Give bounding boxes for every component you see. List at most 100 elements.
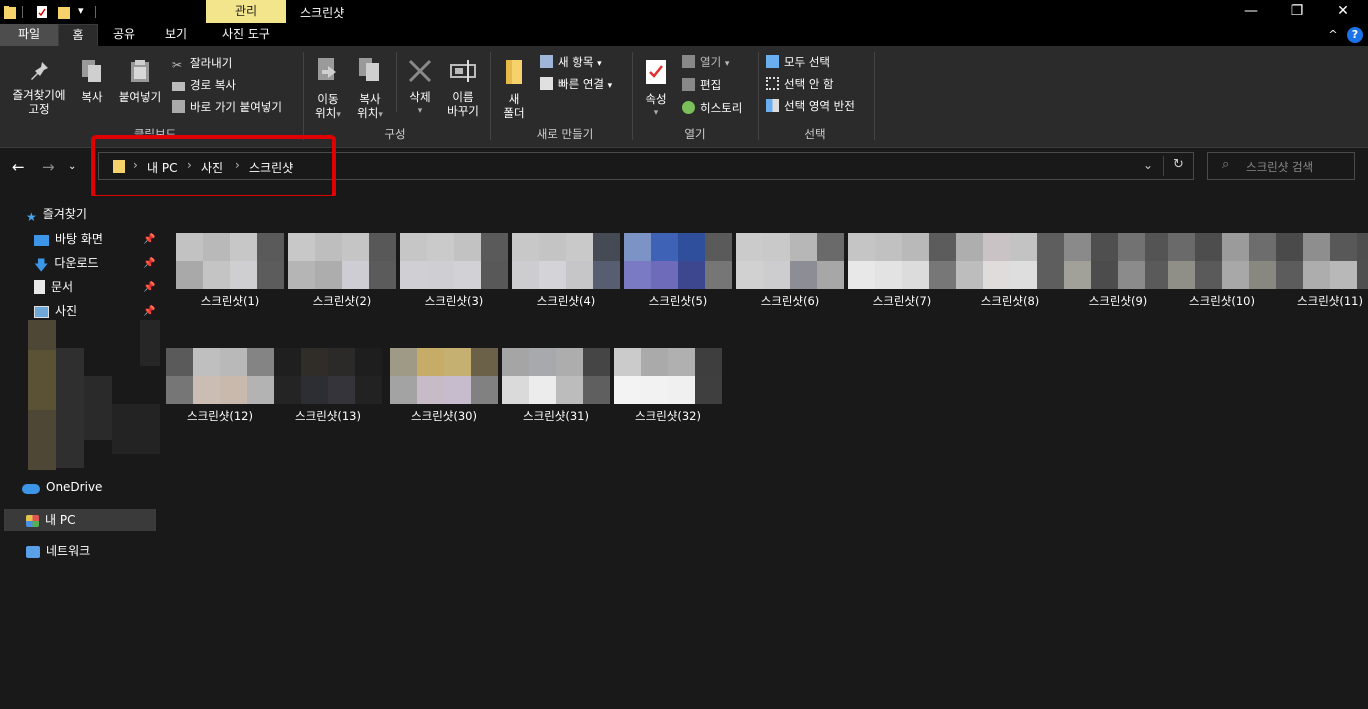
tab-share[interactable]: 공유 <box>102 24 146 46</box>
file-item[interactable]: 스크린샷(10) <box>1168 233 1276 309</box>
minimize-button[interactable]: — <box>1228 0 1274 24</box>
copy-path-icon <box>172 82 185 91</box>
file-thumbnail[interactable] <box>176 233 284 289</box>
easy-access-button[interactable]: 빠른 연결 ▾ <box>540 75 612 93</box>
properties-button[interactable]: 속성 ▾ <box>638 58 674 120</box>
edit-button[interactable]: 편집 <box>682 76 721 94</box>
file-item[interactable]: 스크린샷(31) <box>502 348 610 424</box>
file-item[interactable]: 스크린샷(30) <box>390 348 498 424</box>
file-item[interactable]: 스크린샷(8) <box>956 233 1064 309</box>
paste-shortcut-button[interactable]: 바로 가기 붙여넣기 <box>172 98 282 116</box>
move-to-button[interactable]: 이동 위치▾ <box>308 56 348 122</box>
address-dropdown-chevron-icon[interactable]: ⌄ <box>1143 158 1153 172</box>
file-item[interactable]: 스크린샷(9) <box>1064 233 1172 309</box>
forward-arrow-icon[interactable]: → <box>42 158 55 176</box>
file-item[interactable]: 스크린샷(1) <box>176 233 284 309</box>
file-item[interactable]: 스크린샷(4) <box>512 233 620 309</box>
open-button[interactable]: 열기 ▾ <box>682 53 729 71</box>
search-box[interactable]: ⌕ 스크린샷 검색 <box>1207 152 1355 180</box>
file-thumbnail[interactable] <box>1064 233 1172 289</box>
rename-button[interactable]: 이름 바꾸기 <box>442 58 484 118</box>
file-thumbnail[interactable] <box>848 233 956 289</box>
file-item[interactable]: 스크린샷(32) <box>614 348 722 424</box>
sidebar-item-documents[interactable]: 문서 <box>34 276 73 298</box>
pin-icon[interactable]: 📌 <box>143 258 155 269</box>
sidebar-item-this-pc[interactable]: 내 PC <box>26 509 75 531</box>
sidebar-item-network[interactable]: 네트워크 <box>26 540 90 562</box>
this-pc-icon <box>26 515 39 527</box>
file-thumbnail[interactable] <box>512 233 620 289</box>
sidebar-item-quick-access[interactable]: ★ 즐겨찾기 <box>26 203 87 225</box>
copy-to-label-2: 위치 <box>357 106 379 120</box>
restore-button[interactable]: ❐ <box>1274 0 1320 24</box>
file-item[interactable]: 스크린샷(2) <box>288 233 396 309</box>
tab-view[interactable]: 보기 <box>152 24 200 46</box>
copy-label: 복사 <box>81 90 103 104</box>
group-separator <box>303 52 304 140</box>
select-all-button[interactable]: 모두 선택 <box>766 53 830 71</box>
collapse-ribbon-icon[interactable]: ^ <box>1324 24 1342 46</box>
back-arrow-icon[interactable]: ← <box>12 158 25 176</box>
sidebar-item-onedrive[interactable]: OneDrive <box>22 476 102 498</box>
file-item[interactable]: 스크린샷(12) <box>166 348 274 424</box>
file-thumbnail[interactable] <box>274 348 382 404</box>
pin-to-quick-access-button[interactable]: 즐겨찾기에 고정 <box>6 60 72 116</box>
file-item[interactable]: 스크린샷(11) <box>1276 233 1368 309</box>
history-button[interactable]: 히스토리 <box>682 99 742 117</box>
search-icon: ⌕ <box>1222 157 1230 172</box>
new-folder-button[interactable]: 새 폴더 <box>496 58 532 120</box>
file-thumbnail[interactable] <box>166 348 274 404</box>
recent-locations-chevron-icon[interactable]: ⌄ <box>68 161 76 172</box>
tab-file[interactable]: 파일 <box>0 24 58 46</box>
file-thumbnail[interactable] <box>956 233 1064 289</box>
dropdown-icon: ▾ <box>607 81 613 91</box>
file-name: 스크린샷(11) <box>1297 294 1363 308</box>
file-thumbnail[interactable] <box>1276 233 1368 289</box>
paste-button[interactable]: 붙여넣기 <box>114 58 166 104</box>
file-thumbnail[interactable] <box>736 233 844 289</box>
file-item[interactable]: 스크린샷(7) <box>848 233 956 309</box>
copy-path-button[interactable]: 경로 복사 <box>172 76 236 94</box>
pin-icon[interactable]: 📌 <box>143 306 155 317</box>
tab-picture-tools[interactable]: 사진 도구 <box>206 24 286 46</box>
sidebar-item-desktop[interactable]: 바탕 화면 <box>34 228 103 250</box>
select-none-button[interactable]: 선택 안 함 <box>766 75 834 93</box>
sidebar-item-downloads[interactable]: 🡇 다운로드 <box>34 252 99 274</box>
file-item[interactable]: 스크린샷(13) <box>274 348 382 424</box>
file-thumbnail[interactable] <box>390 348 498 404</box>
copy-to-button[interactable]: 복사 위치▾ <box>350 56 390 122</box>
file-item[interactable]: 스크린샷(3) <box>400 233 508 309</box>
refresh-icon[interactable]: ↻ <box>1173 157 1184 172</box>
delete-button[interactable]: 삭제 ▾ <box>400 58 440 118</box>
move-to-label: 이동 <box>317 92 339 106</box>
tab-home[interactable]: 홈 <box>58 24 98 46</box>
file-thumbnail[interactable] <box>502 348 610 404</box>
pin-label: 즐겨찾기에 <box>12 88 66 102</box>
close-button[interactable]: ✕ <box>1320 0 1366 24</box>
properties-quick-icon[interactable] <box>36 5 48 19</box>
file-thumbnail[interactable] <box>288 233 396 289</box>
separator <box>396 52 397 112</box>
invert-selection-label: 선택 영역 반전 <box>784 99 855 113</box>
pin-icon[interactable]: 📌 <box>143 234 155 245</box>
select-all-label: 모두 선택 <box>784 55 830 69</box>
history-label: 히스토리 <box>700 101 743 115</box>
help-icon[interactable]: ? <box>1347 27 1363 43</box>
file-item[interactable]: 스크린샷(5) <box>624 233 732 309</box>
copy-button[interactable]: 복사 <box>74 58 110 104</box>
tab-manage-context[interactable]: 관리 <box>206 0 286 23</box>
cut-button[interactable]: ✂ 잘라내기 <box>172 54 232 72</box>
group-separator <box>758 52 759 140</box>
file-thumbnail[interactable] <box>400 233 508 289</box>
pin-icon[interactable]: 📌 <box>143 282 155 293</box>
new-folder-quick-icon[interactable] <box>58 5 70 19</box>
sidebar-item-pictures[interactable]: 사진 <box>34 300 77 322</box>
file-thumbnail[interactable] <box>1168 233 1276 289</box>
file-thumbnail[interactable] <box>624 233 732 289</box>
new-item-button[interactable]: 새 항목 ▾ <box>540 53 602 71</box>
file-item[interactable]: 스크린샷(6) <box>736 233 844 309</box>
invert-selection-button[interactable]: 선택 영역 반전 <box>766 97 855 115</box>
sidebar-label: 다운로드 <box>54 256 99 270</box>
customize-quick-access-icon[interactable]: ▾ <box>78 4 84 17</box>
file-thumbnail[interactable] <box>614 348 722 404</box>
